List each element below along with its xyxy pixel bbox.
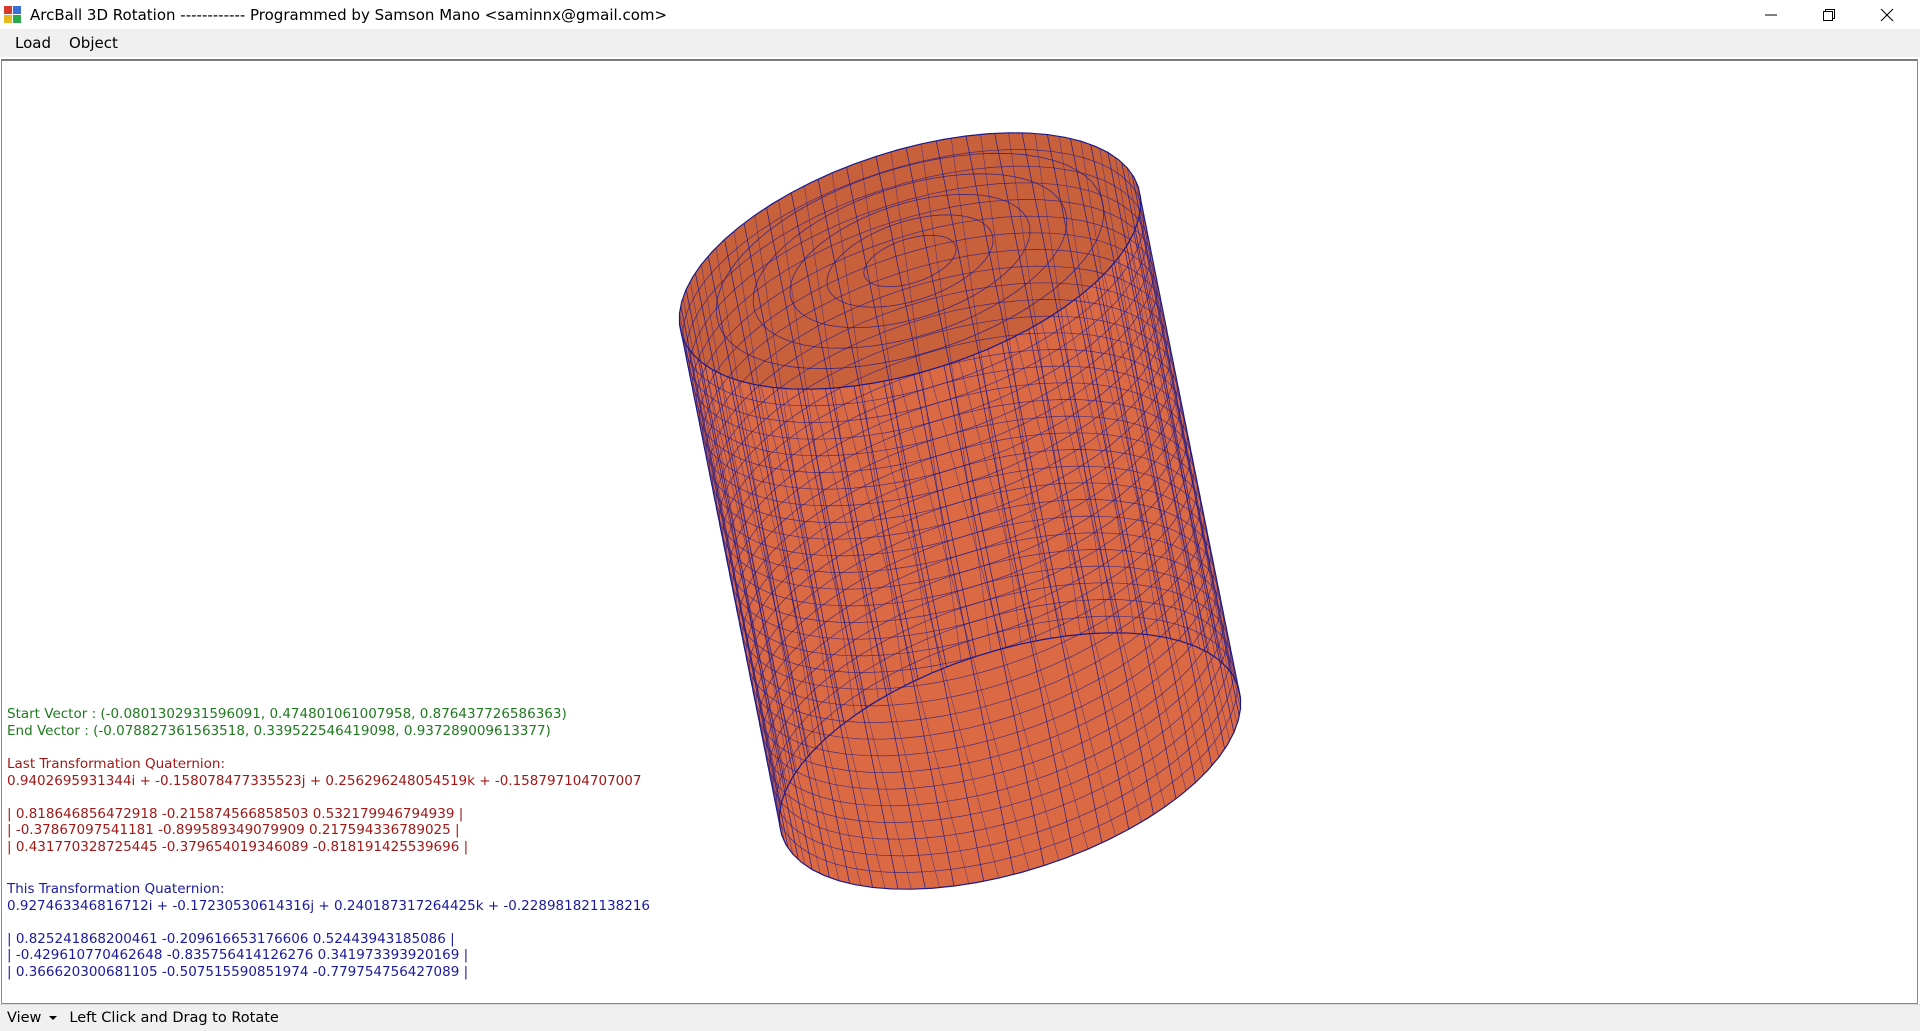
app-icon <box>4 5 22 24</box>
minimize-button[interactable] <box>1742 0 1800 29</box>
close-button[interactable] <box>1858 0 1916 29</box>
this-matrix-row: | 0.366620300681105 -0.507515590851974 -… <box>7 963 469 980</box>
last-quaternion-value: 0.9402695931344i + -0.158078477335523j +… <box>7 772 642 789</box>
this-quaternion-heading: This Transformation Quaternion: <box>7 881 225 897</box>
restore-button[interactable] <box>1800 0 1858 29</box>
close-icon <box>1880 8 1894 21</box>
menu-object[interactable]: Object <box>60 29 127 57</box>
render-viewport[interactable]: Start Vector : (-0.0801302931596091, 0.4… <box>1 59 1918 1004</box>
menu-load[interactable]: Load <box>6 29 60 57</box>
window-title: ArcBall 3D Rotation ------------ Program… <box>30 5 668 24</box>
view-dropdown-label: View <box>7 1010 42 1026</box>
last-matrix-row: | -0.37867097541181 -0.899589349079909 0… <box>7 822 460 838</box>
this-matrix-row: | 0.825241868200461 -0.209616653176606 0… <box>7 930 455 947</box>
minimize-icon <box>1765 14 1777 15</box>
cylinder-mesh-render[interactable] <box>2 61 1917 1003</box>
view-dropdown[interactable]: View <box>7 1010 59 1026</box>
last-matrix-row: | 0.818646856472918 -0.215874566858503 0… <box>7 805 464 822</box>
title-bar: ArcBall 3D Rotation ------------ Program… <box>0 0 1920 29</box>
last-matrix-row: | 0.431770328725445 -0.379654019346089 -… <box>7 838 469 855</box>
menu-bar: Load Object <box>0 29 1920 57</box>
this-matrix-row: | -0.429610770462648 -0.835756414126276 … <box>7 947 469 963</box>
start-vector-text: Start Vector : (-0.0801302931596091, 0.4… <box>7 706 567 722</box>
status-bar: View Left Click and Drag to Rotate <box>0 1004 1920 1031</box>
last-quaternion-heading: Last Transformation Quaternion: <box>7 756 226 772</box>
restore-icon <box>1823 8 1835 21</box>
end-vector-text: End Vector : (-0.078827361563518, 0.3395… <box>7 722 551 739</box>
chevron-down-icon <box>49 1016 58 1020</box>
status-hint: Left Click and Drag to Rotate <box>69 1010 279 1026</box>
this-quaternion-value: 0.927463346816712i + -0.17230530614316j … <box>7 897 651 914</box>
